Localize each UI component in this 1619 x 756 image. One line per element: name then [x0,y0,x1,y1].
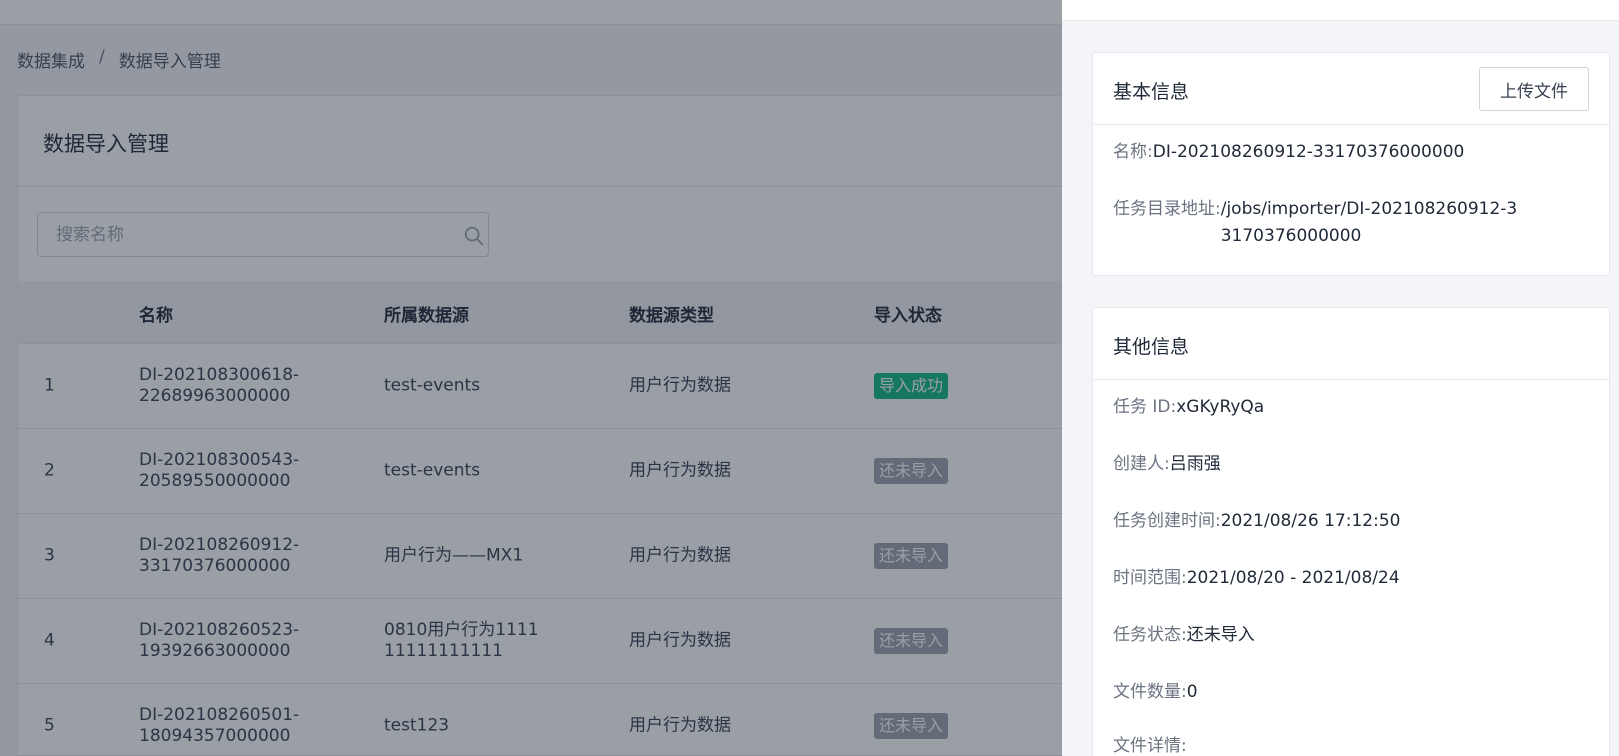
field-value: 2021/08/20 - 2021/08/24 [1186,568,1400,588]
task-status-field: 任务状态: 还未导入 [1113,622,1255,649]
field-value: xGKyRyQa [1176,397,1265,417]
field-label: 文件详情: [1113,736,1187,756]
created-time-field: 任务创建时间: 2021/08/26 17:12:50 [1113,508,1400,535]
field-label: 时间范围: [1113,568,1187,588]
field-label: 文件数量: [1113,682,1187,702]
field-value: /jobs/importer/DI-202108260912-331703760… [1220,199,1518,246]
card-title: 其他信息 [1113,336,1190,358]
card-header: 其他信息 [1093,308,1609,380]
card-title: 基本信息 [1113,81,1190,103]
field-label: 名称: [1113,142,1153,162]
field-value: 还未导入 [1186,625,1255,645]
field-value: DI-202108260912-33170376000000 [1152,142,1465,162]
name-field: 名称: DI-202108260912-33170376000000 [1113,139,1464,166]
field-label: 任务创建时间: [1113,511,1221,531]
directory-field: 任务目录地址: /jobs/importer/DI-202108260912-3… [1113,196,1583,250]
file-details-field: 文件详情: [1113,733,1187,756]
task-id-field: 任务 ID: xGKyRyQa [1113,394,1264,421]
time-range-field: 时间范围: 2021/08/20 - 2021/08/24 [1113,565,1400,592]
field-value: 吕雨强 [1169,454,1221,474]
drawer-overlay-mask[interactable] [0,0,1062,756]
field-label: 任务 ID: [1113,397,1177,417]
other-info-card: 其他信息 任务 ID: xGKyRyQa 创建人: 吕雨强 任务创建时间: 20… [1092,307,1610,756]
field-value: 0 [1186,682,1198,702]
basic-info-card: 基本信息 上传文件 名称: DI-202108260912-3317037600… [1092,52,1610,276]
creator-field: 创建人: 吕雨强 [1113,451,1221,478]
field-value: 2021/08/26 17:12:50 [1220,511,1401,531]
field-label: 任务状态: [1113,625,1187,645]
card-header: 基本信息 上传文件 [1093,53,1609,125]
detail-drawer: 基本信息 上传文件 名称: DI-202108260912-3317037600… [1062,0,1619,756]
field-label: 任务目录地址: [1113,199,1221,219]
upload-file-button[interactable]: 上传文件 [1479,67,1589,111]
field-label: 创建人: [1113,454,1170,474]
file-count-field: 文件数量: 0 [1113,679,1198,706]
drawer-header [1062,0,1619,21]
